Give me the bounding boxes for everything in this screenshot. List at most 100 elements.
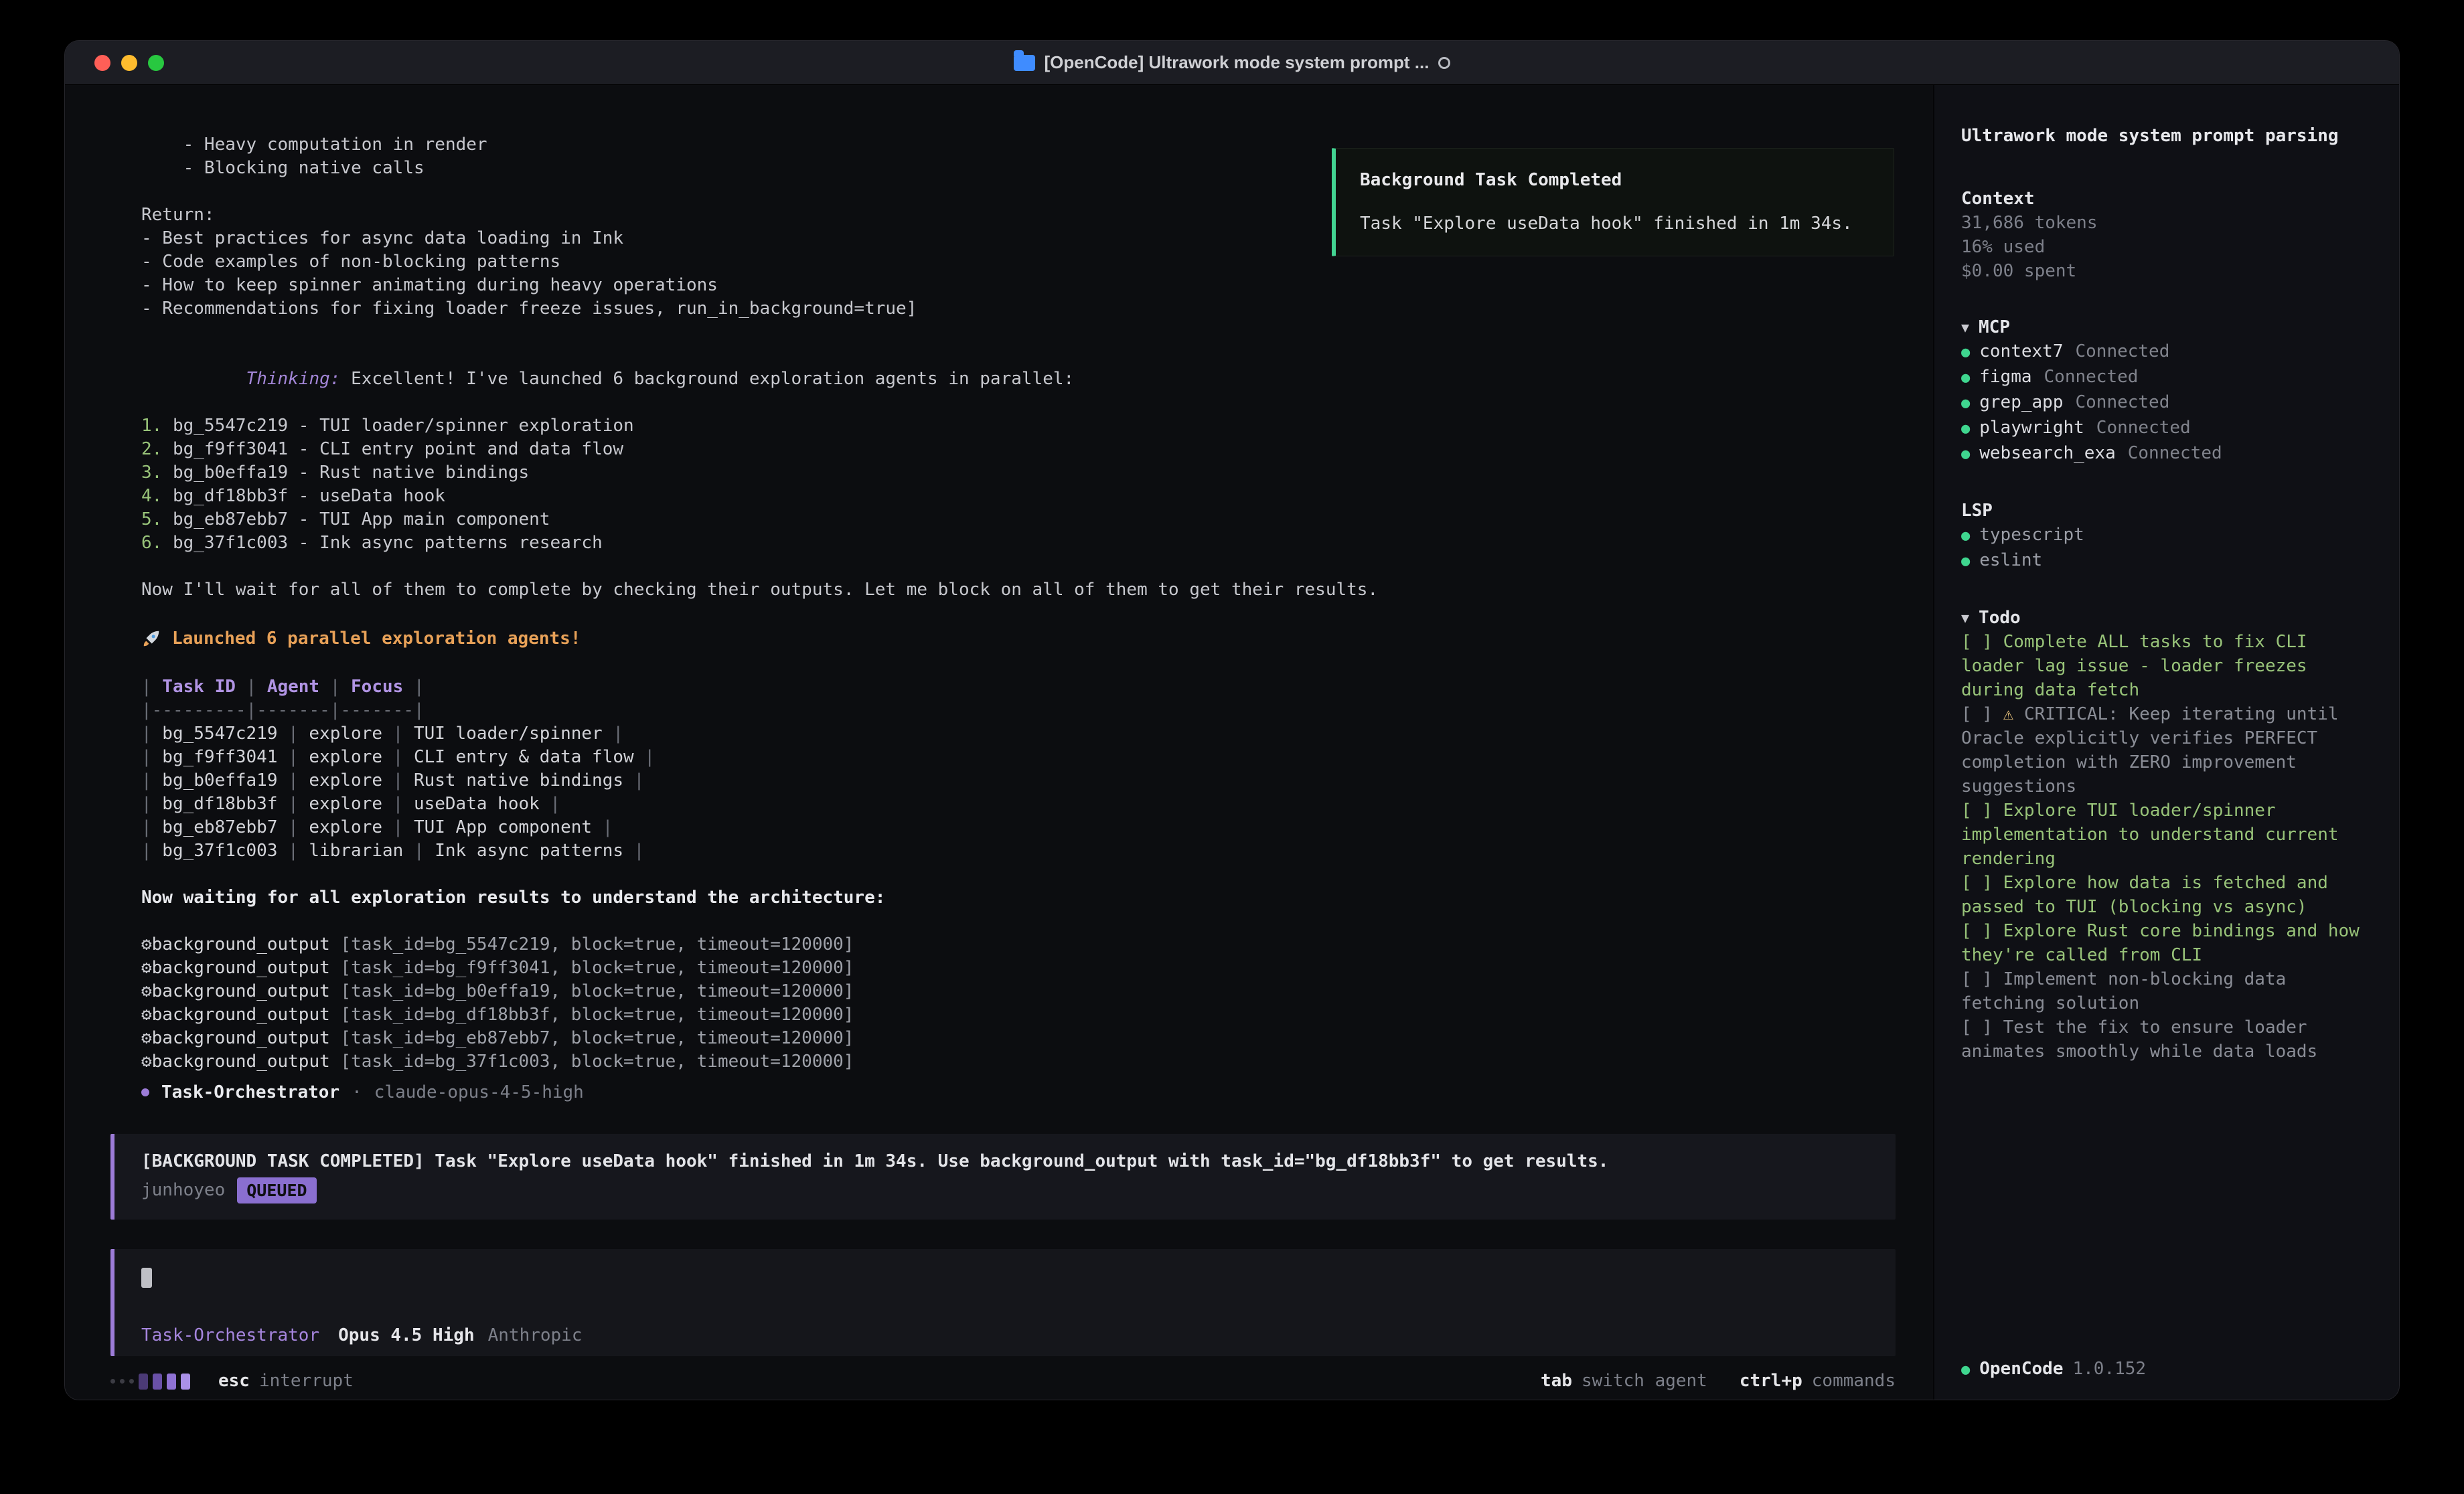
close-button[interactable]: [94, 55, 110, 71]
text-line: - How to keep spinner animating during h…: [141, 274, 1896, 297]
gear-icon: ⚙: [141, 934, 152, 954]
folder-icon: [1014, 55, 1035, 71]
tool-call: ⚙background_output [task_id=bg_5547c219,…: [141, 933, 1896, 957]
agents-table: |Task ID|Agent|Focus| |---------|-------…: [141, 675, 1896, 863]
orchestrator-line: Task-Orchestrator · claude-opus-4-5-high: [141, 1079, 1896, 1106]
session-title: Ultrawork mode system prompt parsing: [1961, 124, 2370, 148]
esc-hint: esc interrupt: [218, 1370, 354, 1393]
context-spent: $0.00 spent: [1961, 259, 2370, 283]
todo-item: [ ] Implement non-blocking data fetching…: [1961, 967, 2370, 1015]
orchestrator-model: claude-opus-4-5-high: [374, 1081, 584, 1104]
activity-spinner-icon: [110, 1374, 190, 1390]
minimize-button[interactable]: [121, 55, 137, 71]
thinking-text: Excellent! I've launched 6 background ex…: [351, 369, 1074, 389]
active-agent-name: Task-Orchestrator: [141, 1324, 319, 1347]
tool-call: ⚙background_output [task_id=bg_b0effa19,…: [141, 980, 1896, 1003]
gear-icon: ⚙: [141, 1005, 152, 1025]
window-title-area: [OpenCode] Ultrawork mode system prompt …: [65, 52, 2399, 73]
mcp-item: ●grep_appConnected: [1961, 390, 2370, 416]
status-dot-icon: ●: [1961, 442, 1970, 467]
thinking-block: Thinking: Excellent! I've launched 6 back…: [141, 344, 1896, 555]
table-row: |bg_f9ff3041|explore|CLI entry & data fl…: [141, 746, 1896, 769]
mcp-item: ●websearch_exaConnected: [1961, 441, 2370, 467]
tool-call: ⚙background_output [task_id=bg_f9ff3041,…: [141, 957, 1896, 980]
wait-text: Now I'll wait for all of them to complet…: [141, 578, 1896, 602]
prompt-input[interactable]: Task-Orchestrator Opus 4.5 High Anthropi…: [110, 1249, 1896, 1356]
todo-item: [ ] Explore TUI loader/spinner implement…: [1961, 799, 2370, 871]
context-used: 16% used: [1961, 235, 2370, 259]
mcp-item: ●figmaConnected: [1961, 365, 2370, 390]
todo-item: [ ] Explore Rust core bindings and how t…: [1961, 919, 2370, 967]
warning-icon: ⚠: [2003, 704, 2014, 724]
mcp-header[interactable]: ▼ MCP: [1961, 315, 2370, 339]
window-title: [OpenCode] Ultrawork mode system prompt …: [1045, 52, 1430, 73]
tool-calls-block: ⚙background_output [task_id=bg_5547c219,…: [141, 933, 1896, 1074]
thinking-label: Thinking:: [246, 369, 341, 389]
todo-item: [ ] Test the fix to ensure loader animat…: [1961, 1015, 2370, 1064]
todo-item: [ ] ⚠ CRITICAL: Keep iterating until Ora…: [1961, 702, 2370, 799]
chevron-down-icon: ▼: [1961, 606, 1969, 630]
numbered-item: 5.bg_eb87ebb7 - TUI App main component: [141, 508, 1896, 531]
orchestrator-name: Task-Orchestrator: [161, 1081, 339, 1104]
mcp-section: ▼ MCP ●context7Connected ●figmaConnected…: [1961, 315, 2370, 467]
table-row: |bg_5547c219|explore|TUI loader/spinner|: [141, 722, 1896, 746]
titlebar: [OpenCode] Ultrawork mode system prompt …: [65, 41, 2399, 85]
commands-hint: ctrl+p commands: [1740, 1370, 1896, 1393]
gear-icon: ⚙: [141, 981, 152, 1001]
background-task-toast: Background Task Completed Task "Explore …: [1332, 148, 1894, 256]
todo-item: [ ] Explore how data is fetched and pass…: [1961, 871, 2370, 919]
numbered-item: 1.bg_5547c219 - TUI loader/spinner explo…: [141, 414, 1896, 438]
status-dot-icon: ●: [1961, 417, 1970, 441]
status-dot-icon: ●: [1961, 341, 1970, 365]
launch-banner-text: Launched 6 parallel exploration agents!: [172, 627, 581, 651]
lsp-item: ●eslint: [1961, 548, 2370, 574]
status-dot-icon: ●: [1961, 366, 1970, 390]
zoom-button[interactable]: [148, 55, 164, 71]
active-agent-model: Opus 4.5 High: [338, 1324, 475, 1347]
mcp-item: ●playwrightConnected: [1961, 416, 2370, 441]
tool-call: ⚙background_output [task_id=bg_37f1c003,…: [141, 1050, 1896, 1074]
gear-icon: ⚙: [141, 958, 152, 978]
status-dot-icon: ●: [1961, 524, 1970, 548]
launch-banner: Launched 6 parallel exploration agents!: [141, 625, 1896, 652]
lsp-item: ●typescript: [1961, 523, 2370, 548]
terminal-pane[interactable]: Background Task Completed Task "Explore …: [65, 85, 1933, 1400]
todo-item: [ ] Complete ALL tasks to fix CLI loader…: [1961, 630, 2370, 702]
active-agent-provider: Anthropic: [488, 1324, 583, 1347]
toast-body: Task "Explore useData hook" finished in …: [1360, 212, 1869, 236]
lsp-label: LSP: [1961, 499, 2370, 523]
record-indicator-icon: [1438, 57, 1450, 69]
context-tokens: 31,686 tokens: [1961, 211, 2370, 235]
table-row: |bg_b0effa19|explore|Rust native binding…: [141, 769, 1896, 793]
numbered-item: 6.bg_37f1c003 - Ink async patterns resea…: [141, 531, 1896, 555]
context-section: Context 31,686 tokens 16% used $0.00 spe…: [1961, 187, 2370, 283]
tool-call: ⚙background_output [task_id=bg_eb87ebb7,…: [141, 1027, 1896, 1050]
tab-hint: tab switch agent: [1541, 1370, 1707, 1393]
toast-title: Background Task Completed: [1360, 169, 1869, 192]
text-cursor: [141, 1268, 152, 1288]
sidebar: Ultrawork mode system prompt parsing Con…: [1933, 85, 2399, 1400]
numbered-item: 2.bg_f9ff3041 - CLI entry point and data…: [141, 438, 1896, 461]
table-header-row: |Task ID|Agent|Focus|: [141, 675, 1896, 699]
todo-header[interactable]: ▼ Todo: [1961, 606, 2370, 630]
status-bar: esc interrupt tab switch agent ctrl+p co…: [110, 1356, 1896, 1393]
app-name: OpenCode: [1979, 1357, 2063, 1381]
numbered-item: 4.bg_df18bb3f - useData hook: [141, 485, 1896, 508]
status-dot-icon: ●: [1961, 1358, 1970, 1382]
background-task-completed-panel: [BACKGROUND TASK COMPLETED] Task "Explor…: [110, 1134, 1896, 1220]
table-separator-row: |---------|-------|-------|: [141, 699, 1896, 722]
gear-icon: ⚙: [141, 1052, 152, 1072]
table-row: |bg_37f1c003|librarian|Ink async pattern…: [141, 839, 1896, 863]
table-row: |bg_eb87ebb7|explore|TUI App component|: [141, 816, 1896, 839]
status-dot-icon: ●: [1961, 550, 1970, 574]
agent-square-icon: [141, 1088, 149, 1096]
completed-message: [BACKGROUND TASK COMPLETED] Task "Explor…: [141, 1150, 1869, 1173]
status-badge: QUEUED: [237, 1177, 316, 1204]
app-version: 1.0.152: [2072, 1357, 2146, 1381]
chevron-down-icon: ▼: [1961, 315, 1969, 339]
rocket-icon: [141, 629, 161, 649]
mcp-item: ●context7Connected: [1961, 339, 2370, 365]
app-window: [OpenCode] Ultrawork mode system prompt …: [64, 40, 2400, 1400]
status-dot-icon: ●: [1961, 392, 1970, 416]
app-version-footer: ● OpenCode 1.0.152: [1961, 1357, 2370, 1382]
